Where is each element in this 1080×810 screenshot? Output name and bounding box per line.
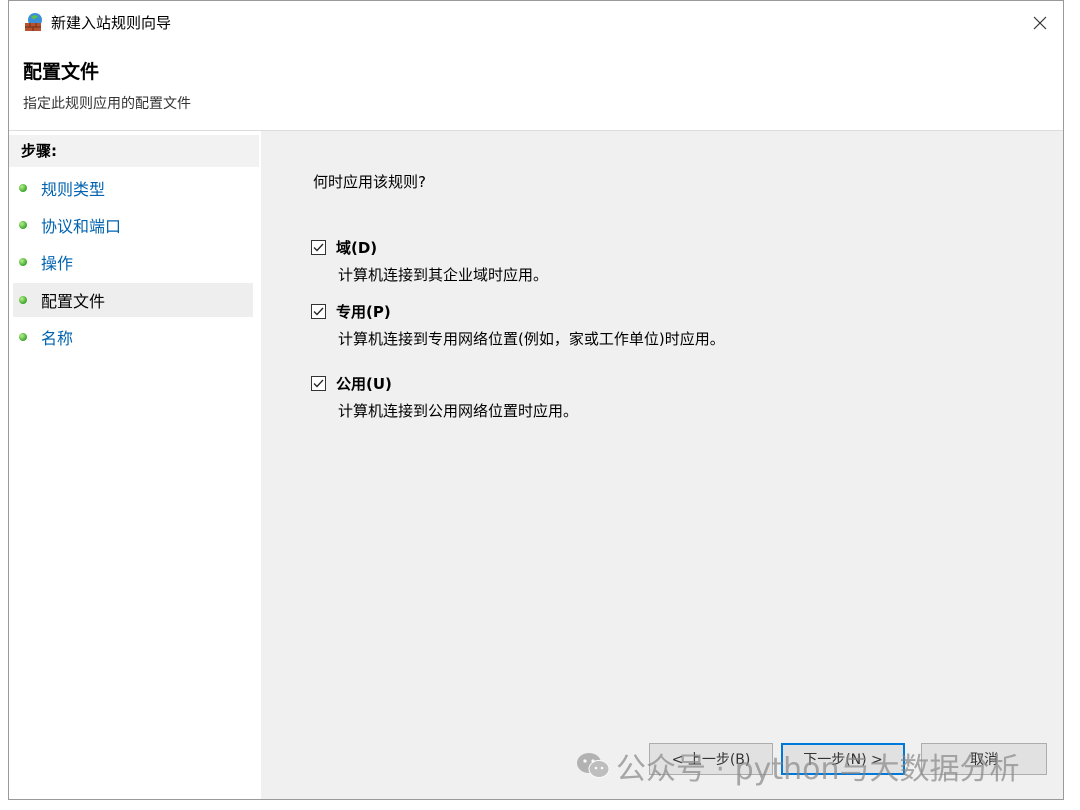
domain-label: 域(D) [336,239,378,257]
public-description: 计算机连接到公用网络位置时应用。 [338,402,579,420]
checkmark-icon [313,243,324,252]
wechat-icon [577,753,610,778]
domain-checkbox-row[interactable]: 域(D) [311,237,548,258]
option-public: 公用(U) 计算机连接到公用网络位置时应用。 [311,373,578,421]
domain-description: 计算机连接到其企业域时应用。 [338,266,549,284]
wizard-header: 配置文件 指定此规则应用的配置文件 [9,45,1063,131]
public-checkbox[interactable] [311,376,326,391]
firewall-globe-icon [25,13,42,31]
step-label: 规则类型 [41,180,106,199]
green-dot-icon [19,184,27,192]
wizard-window: 新建入站规则向导 配置文件 指定此规则应用的配置文件 步骤: 规则类型 协议和端… [8,0,1064,800]
close-button[interactable] [1017,1,1063,45]
steps-panel: 步骤: 规则类型 协议和端口 操作 配置文件 名称 [9,131,259,799]
green-dot-icon [19,296,27,304]
page-subtitle: 指定此规则应用的配置文件 [23,96,191,112]
content-panel: 何时应用该规则? 域(D) 计算机连接到其企业域时应用。 专用(P) 计算机连接… [261,131,1063,799]
watermark-text: 公众号 · python与大数据分析 [616,752,1020,787]
close-icon [1033,16,1047,30]
domain-checkbox[interactable] [311,240,326,255]
step-label: 配置文件 [41,292,106,311]
step-profile[interactable]: 配置文件 [13,283,253,317]
public-label: 公用(U) [336,375,392,393]
private-checkbox[interactable] [311,304,326,319]
step-label: 操作 [41,254,74,273]
page-title: 配置文件 [23,61,100,83]
step-action[interactable]: 操作 [13,245,253,279]
private-label: 专用(P) [336,303,391,321]
green-dot-icon [19,333,27,341]
step-label: 名称 [41,329,74,348]
title-bar: 新建入站规则向导 [9,1,1063,45]
checkmark-icon [313,379,324,388]
option-domain: 域(D) 计算机连接到其企业域时应用。 [311,237,548,285]
step-protocol-ports[interactable]: 协议和端口 [13,208,253,242]
option-private: 专用(P) 计算机连接到专用网络位置(例如，家或工作单位)时应用。 [311,301,725,349]
question-text: 何时应用该规则? [313,173,426,191]
step-label: 协议和端口 [41,217,122,236]
step-name[interactable]: 名称 [13,320,253,354]
watermark: 公众号 · python与大数据分析 [576,744,1020,788]
green-dot-icon [19,221,27,229]
public-checkbox-row[interactable]: 公用(U) [311,373,578,394]
steps-heading: 步骤: [9,135,259,167]
private-description: 计算机连接到专用网络位置(例如，家或工作单位)时应用。 [338,330,725,348]
private-checkbox-row[interactable]: 专用(P) [311,301,725,322]
step-rule-type[interactable]: 规则类型 [13,171,253,205]
green-dot-icon [19,258,27,266]
checkmark-icon [313,307,324,316]
window-title: 新建入站规则向导 [51,14,172,32]
